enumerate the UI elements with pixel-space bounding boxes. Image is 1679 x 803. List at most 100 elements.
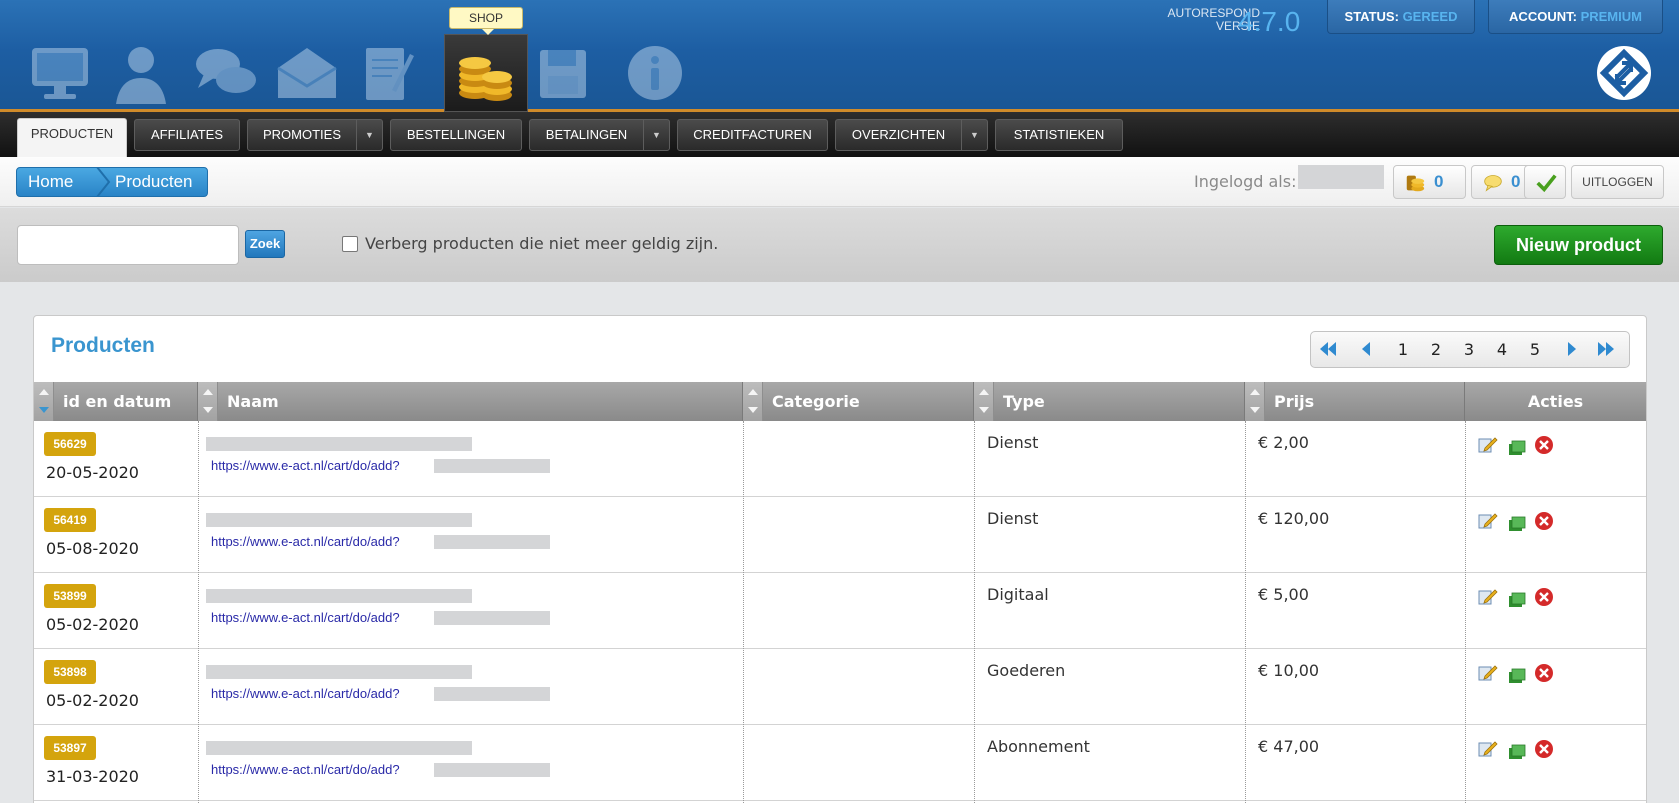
status-value: GEREED — [1402, 9, 1458, 24]
search-input[interactable] — [17, 225, 239, 265]
previous-page-icon[interactable] — [1351, 332, 1381, 367]
product-cart-link[interactable]: https://www.e-act.nl/cart/do/add? — [211, 458, 400, 473]
tab-betalingen[interactable]: BETALINGEN — [529, 119, 670, 151]
delete-icon[interactable] — [1534, 663, 1554, 683]
product-cart-link[interactable]: https://www.e-act.nl/cart/do/add? — [211, 610, 400, 625]
column-categorie[interactable]: Categorie — [743, 382, 974, 421]
status-indicator[interactable]: STATUS: GEREED — [1327, 0, 1475, 34]
notepad-icon[interactable] — [352, 40, 422, 106]
new-product-button[interactable]: Nieuw product — [1494, 225, 1663, 265]
pagination: 1 2 3 4 5 — [1310, 331, 1630, 368]
breadcrumb-separator-icon — [96, 167, 111, 197]
tab-promoties[interactable]: PROMOTIES — [247, 119, 383, 151]
product-id-badge: 53898 — [44, 660, 96, 684]
brand-logo — [1597, 46, 1651, 100]
tab-overzichten[interactable]: OVERZICHTEN — [835, 119, 988, 151]
product-cart-link[interactable]: https://www.e-act.nl/cart/do/add? — [211, 762, 400, 777]
edit-icon[interactable] — [1478, 587, 1498, 607]
monitor-icon[interactable] — [26, 40, 96, 106]
tab-bestellingen[interactable]: BESTELLINGEN — [390, 119, 522, 151]
checkmark-icon — [1536, 174, 1557, 193]
copy-icon[interactable] — [1507, 742, 1527, 762]
first-page-icon[interactable] — [1313, 332, 1343, 367]
copy-icon[interactable] — [1507, 438, 1527, 458]
account-indicator[interactable]: ACCOUNT: PREMIUM — [1488, 0, 1663, 34]
breadcrumb-current: Producten — [115, 172, 193, 191]
delete-icon[interactable] — [1534, 435, 1554, 455]
approve-button[interactable] — [1524, 165, 1566, 199]
delete-icon[interactable] — [1534, 739, 1554, 759]
edit-icon[interactable] — [1478, 435, 1498, 455]
logged-in-username-redacted — [1298, 165, 1384, 189]
status-label: STATUS: — [1344, 9, 1399, 24]
sort-icon[interactable] — [974, 382, 994, 421]
edit-icon[interactable] — [1478, 739, 1498, 759]
product-name-redacted — [206, 589, 472, 603]
save-icon[interactable] — [528, 40, 598, 106]
tab-creditfacturen[interactable]: CREDITFACTUREN — [677, 119, 828, 151]
product-cart-link[interactable]: https://www.e-act.nl/cart/do/add? — [211, 686, 400, 701]
product-id-badge: 53899 — [44, 584, 96, 608]
page-5[interactable]: 5 — [1521, 332, 1549, 367]
sort-icon[interactable] — [34, 382, 54, 421]
edit-icon[interactable] — [1478, 511, 1498, 531]
product-name-redacted — [206, 437, 472, 451]
chevron-down-icon[interactable] — [643, 120, 669, 150]
logout-button[interactable]: UITLOGGEN — [1571, 165, 1664, 199]
sync-logo-icon — [1599, 48, 1649, 98]
shop-nav-tab[interactable] — [444, 34, 528, 112]
delete-icon[interactable] — [1534, 511, 1554, 531]
chat-icon[interactable] — [190, 40, 260, 106]
account-value: PREMIUM — [1580, 9, 1642, 24]
envelope-icon[interactable] — [272, 40, 342, 106]
speech-bubble-icon — [1484, 175, 1502, 192]
tab-producten[interactable]: PRODUCTEN — [17, 118, 127, 157]
tab-statistieken[interactable]: STATISTIEKEN — [995, 119, 1123, 151]
page-1[interactable]: 1 — [1389, 332, 1417, 367]
version-info: AUTORESPOND VERSIE 4.7.0 — [1125, 6, 1310, 40]
last-page-icon[interactable] — [1591, 332, 1621, 367]
product-price: € 10,00 — [1258, 661, 1320, 680]
chevron-down-icon[interactable] — [961, 120, 987, 150]
page-2[interactable]: 2 — [1422, 332, 1450, 367]
product-id-badge: 56629 — [44, 432, 96, 456]
copy-icon[interactable] — [1507, 666, 1527, 686]
breadcrumb: Home Producten — [16, 167, 208, 197]
product-type: Dienst — [987, 433, 1039, 452]
product-link-redacted — [434, 763, 550, 777]
sort-icon[interactable] — [198, 382, 218, 421]
column-divider — [1465, 421, 1466, 803]
product-link-redacted — [434, 687, 550, 701]
column-naam[interactable]: Naam — [198, 382, 743, 421]
user-icon[interactable] — [106, 40, 176, 106]
page-4[interactable]: 4 — [1488, 332, 1516, 367]
column-divider — [974, 421, 975, 803]
next-page-icon[interactable] — [1557, 332, 1587, 367]
product-date: 05-02-2020 — [46, 691, 139, 710]
column-prijs[interactable]: Prijs — [1245, 382, 1465, 421]
coins-icon — [1406, 175, 1425, 192]
sort-icon[interactable] — [743, 382, 763, 421]
edit-icon[interactable] — [1478, 663, 1498, 683]
copy-icon[interactable] — [1507, 514, 1527, 534]
product-name-redacted — [206, 513, 472, 527]
logged-in-label: Ingelogd als: — [1194, 172, 1297, 191]
sort-icon[interactable] — [1245, 382, 1265, 421]
column-type[interactable]: Type — [974, 382, 1245, 421]
search-button[interactable]: Zoek — [245, 230, 285, 258]
chevron-down-icon[interactable] — [356, 120, 382, 150]
hide-invalid-checkbox[interactable] — [342, 236, 358, 252]
tab-affiliates[interactable]: AFFILIATES — [134, 119, 240, 151]
breadcrumb-home[interactable]: Home — [28, 168, 73, 196]
column-divider — [198, 421, 199, 803]
hide-invalid-label: Verberg producten die niet meer geldig z… — [365, 234, 719, 253]
info-icon[interactable] — [620, 40, 690, 106]
column-id-date[interactable]: id en datum — [34, 382, 198, 421]
product-price: € 120,00 — [1258, 509, 1330, 528]
product-link-redacted — [434, 459, 550, 473]
delete-icon[interactable] — [1534, 587, 1554, 607]
copy-icon[interactable] — [1507, 590, 1527, 610]
coins-button[interactable]: 0 — [1393, 165, 1466, 199]
page-3[interactable]: 3 — [1455, 332, 1483, 367]
product-cart-link[interactable]: https://www.e-act.nl/cart/do/add? — [211, 534, 400, 549]
